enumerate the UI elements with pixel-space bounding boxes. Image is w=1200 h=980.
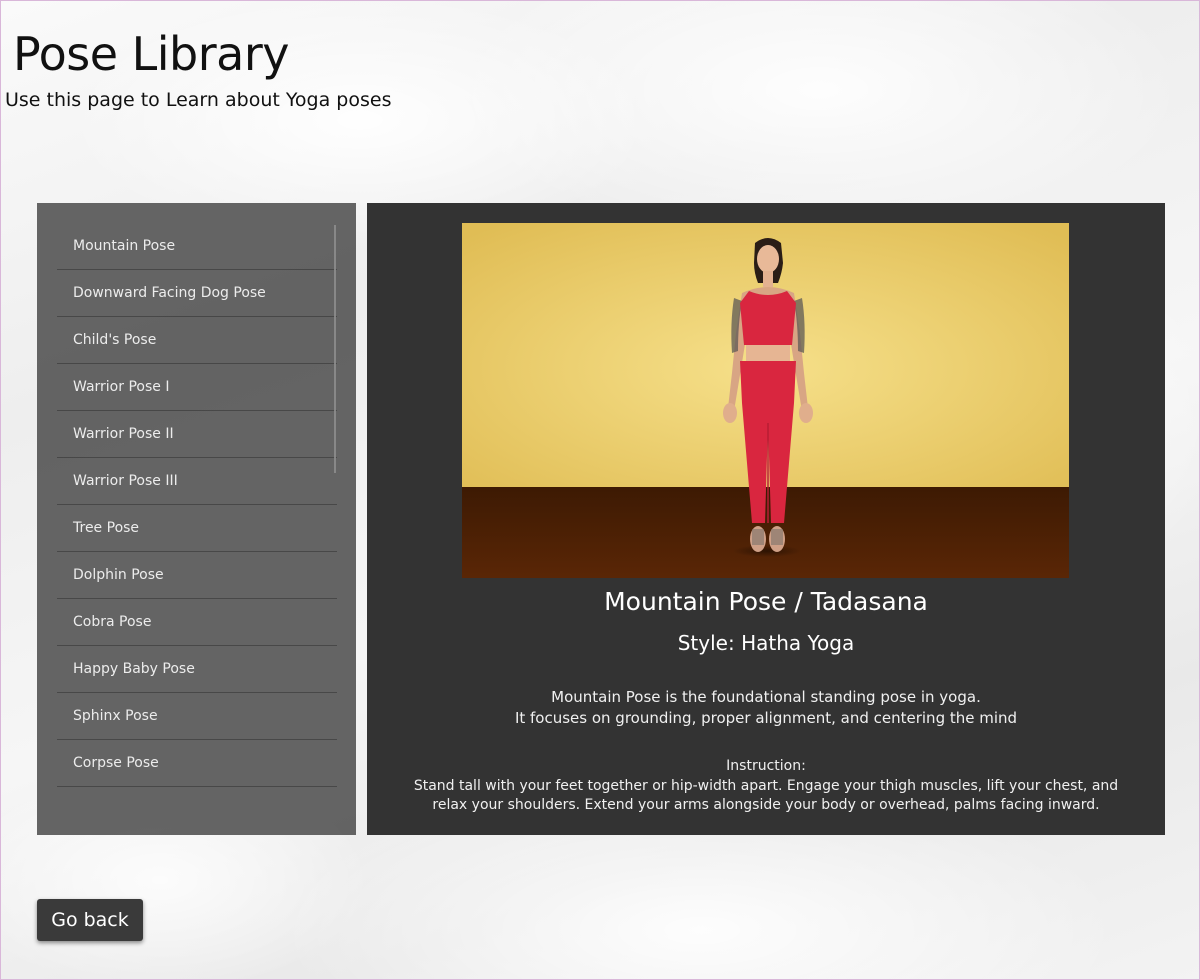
pose-sidebar: Mountain Pose Downward Facing Dog Pose C… [37,203,356,835]
pose-style: Style: Hatha Yoga [677,631,855,655]
mountain-pose-photo [462,223,1069,578]
sidebar-item-mountain-pose[interactable]: Mountain Pose [57,223,337,270]
pose-description-line-2: It focuses on grounding, proper alignmen… [514,709,1018,727]
sidebar-item-warrior-pose-2[interactable]: Warrior Pose II [57,411,337,458]
sidebar-item-tree-pose[interactable]: Tree Pose [57,505,337,552]
pose-description-line-1: Mountain Pose is the foundational standi… [551,688,981,706]
pose-list: Mountain Pose Downward Facing Dog Pose C… [57,223,337,787]
sidebar-item-warrior-pose-1[interactable]: Warrior Pose I [57,364,337,411]
instruction-text: Stand tall with your feet together or hi… [413,778,1119,813]
sidebar-scrollbar[interactable] [334,225,336,473]
page-title: Pose Library [13,27,289,81]
sidebar-item-childs-pose[interactable]: Child's Pose [57,317,337,364]
pose-detail-panel: Mountain Pose / Tadasana Style: Hatha Yo… [367,203,1165,835]
sidebar-item-corpse-pose[interactable]: Corpse Pose [57,740,337,787]
sidebar-item-happy-baby-pose[interactable]: Happy Baby Pose [57,646,337,693]
sidebar-item-downward-facing-dog-pose[interactable]: Downward Facing Dog Pose [57,270,337,317]
pose-image [462,223,1069,578]
sidebar-item-warrior-pose-3[interactable]: Warrior Pose III [57,458,337,505]
pose-title: Mountain Pose / Tadasana [604,587,928,616]
pose-list-scroll-area[interactable]: Mountain Pose Downward Facing Dog Pose C… [57,223,337,823]
sidebar-item-sphinx-pose[interactable]: Sphinx Pose [57,693,337,740]
go-back-button[interactable]: Go back [37,899,143,941]
pose-description: Mountain Pose is the foundational standi… [367,687,1165,729]
page-subtitle: Use this page to Learn about Yoga poses [5,89,392,111]
sidebar-item-cobra-pose[interactable]: Cobra Pose [57,599,337,646]
sidebar-item-dolphin-pose[interactable]: Dolphin Pose [57,552,337,599]
instruction-heading: Instruction: [726,758,806,774]
